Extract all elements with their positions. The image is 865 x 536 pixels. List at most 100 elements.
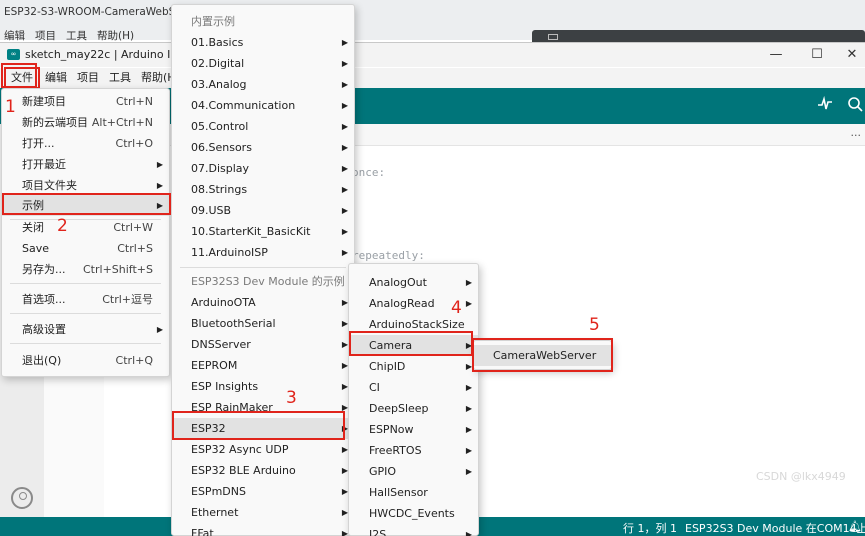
example-item[interactable]: ESP32 BLE Arduino ▶: [172, 460, 354, 481]
submenu-arrow-icon: ▶: [465, 299, 472, 308]
cursor-position: 行 1，列 1: [623, 522, 677, 535]
examples-menu: 内置示例 01.Basics ▶ 02.Digital ▶ 03.Analog ▶ 0…: [171, 4, 355, 536]
submenu-arrow-icon: ▶: [341, 143, 348, 152]
board-port-status[interactable]: ESP32S3 Dev Module 在COM14上: [685, 520, 865, 536]
submenu-arrow-icon: ▶: [465, 467, 472, 476]
arduino-logo-icon: ∞: [7, 49, 20, 60]
background-menu-edit[interactable]: 编辑: [4, 28, 25, 43]
esp32-example-item[interactable]: ChipID ▶: [349, 356, 478, 377]
submenu-arrow-icon: ▶: [465, 278, 472, 287]
example-item[interactable]: 11.ArduinoISP ▶: [172, 242, 354, 263]
submenu-arrow-icon: ▶: [341, 38, 348, 47]
submenu-arrow-icon: ▶: [341, 164, 348, 173]
close-icon[interactable]: ✕: [842, 45, 862, 65]
example-item[interactable]: Ethernet ▶: [172, 502, 354, 523]
esp32-example-item[interactable]: ESPNow ▶: [349, 419, 478, 440]
menu-item-quit[interactable]: 退出(Q) Ctrl+Q: [2, 350, 169, 371]
submenu-arrow-icon: ▶: [341, 80, 348, 89]
menu-item-advanced[interactable]: 高级设置 ▶: [2, 319, 169, 340]
background-menubar: 编辑 项目 工具 帮助(H): [4, 28, 134, 43]
example-item[interactable]: FFat ▶: [172, 523, 354, 536]
submenu-arrow-icon: ▶: [465, 425, 472, 434]
submenu-arrow-icon: ▶: [465, 446, 472, 455]
submenu-arrow-icon: ▶: [341, 59, 348, 68]
menu-item-new-sketch[interactable]: 新建项目 Ctrl+N: [2, 91, 169, 112]
profile-icon[interactable]: [11, 487, 33, 509]
menu-item-open-recent[interactable]: 打开最近 ▶: [2, 154, 169, 175]
file-menu: 新建项目 Ctrl+N 新的云端项目 Alt+Ctrl+N 打开... Ctrl+O …: [1, 88, 170, 377]
submenu-arrow-icon: ▶: [341, 206, 348, 215]
example-item[interactable]: BluetoothSerial ▶: [172, 313, 354, 334]
example-item[interactable]: ESP32 Async UDP ▶: [172, 439, 354, 460]
annotation-box-file: [1, 63, 37, 88]
menu-item-save[interactable]: Save Ctrl+S: [2, 238, 169, 259]
esp32-example-item[interactable]: HallSensor: [349, 482, 478, 503]
menu-edit[interactable]: 编辑: [40, 69, 72, 87]
submenu-arrow-icon: ▶: [341, 185, 348, 194]
example-item[interactable]: DNSServer ▶: [172, 334, 354, 355]
example-item[interactable]: 10.StarterKit_BasicKit ▶: [172, 221, 354, 242]
example-item[interactable]: ESP Insights ▶: [172, 376, 354, 397]
submenu-arrow-icon: ▶: [341, 227, 348, 236]
example-item[interactable]: 05.Control ▶: [172, 116, 354, 137]
esp32-example-item[interactable]: CI ▶: [349, 377, 478, 398]
menu-item-close[interactable]: 关闭 Ctrl+W: [2, 217, 169, 238]
annotation-box-camerawebserver: [472, 338, 613, 372]
builtin-examples-header: 内置示例: [191, 15, 235, 28]
menu-item-open[interactable]: 打开... Ctrl+O: [2, 133, 169, 154]
menu-tools[interactable]: 工具: [104, 69, 136, 87]
menu-item-new-cloud-sketch[interactable]: 新的云端项目 Alt+Ctrl+N: [2, 112, 169, 133]
background-menu-tools[interactable]: 工具: [66, 28, 87, 43]
example-item[interactable]: 08.Strings ▶: [172, 179, 354, 200]
code-comment-loop: repeatedly:: [352, 249, 425, 262]
example-item[interactable]: 07.Display ▶: [172, 158, 354, 179]
tab-more-button[interactable]: ...: [851, 126, 862, 139]
submenu-arrow-icon: ▶: [465, 383, 472, 392]
minimize-icon[interactable]: —: [766, 45, 786, 65]
background-menu-project[interactable]: 项目: [35, 28, 56, 43]
maximize-icon[interactable]: ☐: [807, 45, 827, 65]
code-comment-setup: once:: [352, 166, 386, 179]
esp32-example-item[interactable]: FreeRTOS ▶: [349, 440, 478, 461]
esp32-example-item[interactable]: GPIO ▶: [349, 461, 478, 482]
example-item[interactable]: EEPROM ▶: [172, 355, 354, 376]
background-restore-icon[interactable]: [548, 34, 558, 40]
menu-project[interactable]: 项目: [72, 69, 104, 87]
example-item[interactable]: ArduinoOTA ▶: [172, 292, 354, 313]
esp32-example-item[interactable]: AnalogOut ▶: [349, 272, 478, 293]
example-item[interactable]: 04.Communication ▶: [172, 95, 354, 116]
step-number-2: 2: [57, 216, 68, 236]
menu-separator: [10, 283, 161, 284]
example-item[interactable]: 06.Sensors ▶: [172, 137, 354, 158]
title-bar: ∞ sketch_may22c | Arduino IDE 2. — ☐ ✕: [0, 43, 865, 67]
example-item[interactable]: 01.Basics ▶: [172, 32, 354, 53]
submenu-arrow-icon: ▶: [341, 122, 348, 131]
annotation-box-esp32: [172, 411, 345, 440]
menu-bar: 文件 编辑 项目 工具 帮助(H): [0, 67, 865, 89]
bell-icon[interactable]: 🔔︎: [848, 520, 862, 533]
watermark: CSDN @lkx4949: [756, 470, 846, 483]
submenu-arrow-icon: ▶: [465, 404, 472, 413]
example-item[interactable]: 02.Digital ▶: [172, 53, 354, 74]
step-number-5: 5: [589, 315, 600, 335]
esp32-example-item[interactable]: I2S ▶: [349, 524, 478, 536]
background-menu-help[interactable]: 帮助(H): [97, 28, 134, 43]
example-item[interactable]: ESPmDNS ▶: [172, 481, 354, 502]
submenu-arrow-icon: ▶: [156, 160, 163, 169]
esp32-example-item[interactable]: DeepSleep ▶: [349, 398, 478, 419]
example-item[interactable]: 03.Analog ▶: [172, 74, 354, 95]
serial-monitor-icon[interactable]: [845, 96, 865, 116]
step-number-3: 3: [286, 388, 297, 408]
menu-separator: [10, 313, 161, 314]
menu-item-preferences[interactable]: 首选项... Ctrl+逗号: [2, 289, 169, 310]
background-window-title: ESP32-S3-WROOM-CameraWebServe: [4, 6, 199, 18]
step-number-4: 4: [451, 298, 462, 318]
example-item[interactable]: 09.USB ▶: [172, 200, 354, 221]
serial-plotter-icon[interactable]: [815, 95, 835, 116]
submenu-arrow-icon: ▶: [341, 101, 348, 110]
annotation-box-camera: [349, 331, 473, 356]
menu-item-save-as[interactable]: 另存为... Ctrl+Shift+S: [2, 259, 169, 280]
background-window: ESP32-S3-WROOM-CameraWebServe 编辑 项目 工具 帮…: [0, 0, 865, 44]
submenu-arrow-icon: ▶: [341, 248, 348, 257]
esp32-example-item[interactable]: HWCDC_Events: [349, 503, 478, 524]
